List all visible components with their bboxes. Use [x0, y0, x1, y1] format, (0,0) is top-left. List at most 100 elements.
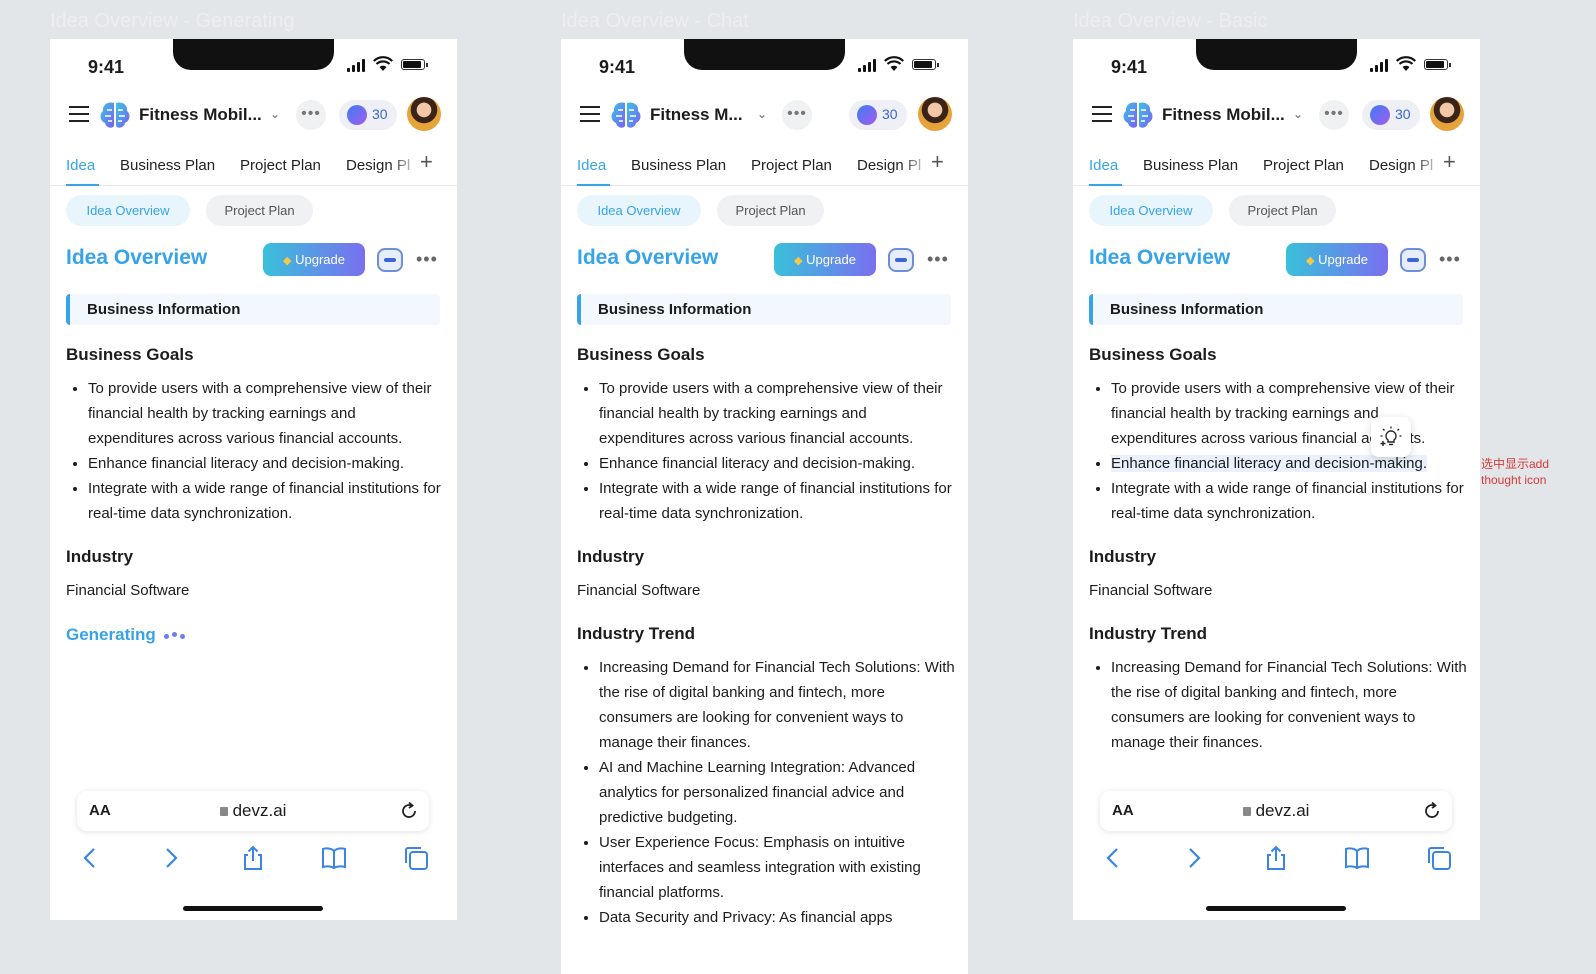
upgrade-button[interactable]: ◆ Upgrade — [1286, 243, 1388, 276]
menu-icon[interactable] — [580, 106, 600, 122]
goals-list: To provide users with a comprehensive vi… — [66, 376, 444, 526]
address-bar[interactable]: AA devz.ai — [77, 791, 429, 831]
menu-icon[interactable] — [1092, 106, 1112, 122]
credits-badge[interactable]: 30 — [1362, 100, 1420, 130]
cellular-signal-icon — [1370, 59, 1390, 72]
upgrade-button[interactable]: ◆ Upgrade — [774, 243, 876, 276]
loading-dots-icon — [163, 624, 188, 648]
address-bar[interactable]: AA devz.ai — [1100, 791, 1452, 831]
more-icon[interactable]: ••• — [1319, 100, 1349, 130]
url-display[interactable]: devz.ai — [77, 801, 429, 821]
app-bar: Fitness Mobil... ⌄ ••• 30 — [1073, 89, 1480, 141]
tab-idea[interactable]: Idea — [1089, 157, 1118, 174]
more-icon[interactable]: ••• — [296, 100, 326, 130]
list-item-selected[interactable]: Enhance financial literacy and decision-… — [1111, 451, 1467, 476]
goals-heading: Business Goals — [66, 345, 194, 364]
list-item: Data Security and Privacy: As financial … — [599, 905, 955, 930]
bot-icon[interactable] — [1400, 248, 1426, 272]
tabs-icon[interactable] — [1426, 845, 1452, 871]
list-item: To provide users with a comprehensive vi… — [599, 376, 955, 451]
menu-icon[interactable] — [69, 106, 89, 122]
status-time: 9:41 — [1111, 57, 1148, 77]
share-icon[interactable] — [1263, 845, 1289, 871]
url-display[interactable]: devz.ai — [1100, 801, 1452, 821]
upgrade-button[interactable]: ◆ Upgrade — [263, 243, 365, 276]
chip-idea-overview[interactable]: Idea Overview — [577, 195, 701, 226]
wifi-icon — [373, 56, 393, 71]
tab-idea[interactable]: Idea — [66, 157, 95, 174]
goals-heading: Business Goals — [1089, 345, 1217, 364]
url-text: devz.ai — [1255, 801, 1310, 820]
page-more-icon[interactable]: ••• — [1439, 249, 1461, 270]
tab-business-plan[interactable]: Business Plan — [1143, 157, 1238, 174]
tab-business-plan[interactable]: Business Plan — [631, 157, 726, 174]
industry-heading: Industry — [66, 547, 134, 566]
back-icon[interactable] — [77, 845, 103, 871]
list-item: Enhance financial literacy and decision-… — [88, 451, 444, 476]
page-title: Idea Overview — [1089, 246, 1231, 269]
bot-icon[interactable] — [377, 248, 403, 272]
app-bar: Fitness Mobil... ⌄ ••• 30 — [50, 89, 457, 141]
tab-idea[interactable]: Idea — [577, 157, 606, 174]
industry-value: Financial Software — [577, 582, 701, 599]
selected-text[interactable]: Enhance financial literacy and decision-… — [1111, 455, 1428, 472]
document-content: Business Goals To provide users with a c… — [66, 344, 444, 648]
tab-project-plan[interactable]: Project Plan — [751, 157, 832, 174]
coin-icon — [1370, 105, 1390, 125]
chevron-down-icon[interactable]: ⌄ — [757, 107, 767, 121]
forward-icon[interactable] — [158, 845, 184, 871]
status-bar: 9:41 — [1073, 39, 1480, 89]
back-icon[interactable] — [1100, 845, 1126, 871]
project-name[interactable]: Fitness M... — [650, 105, 750, 125]
tabs-icon[interactable] — [403, 845, 429, 871]
chip-idea-overview[interactable]: Idea Overview — [66, 195, 190, 226]
battery-icon — [912, 59, 939, 70]
bookmarks-icon[interactable] — [1344, 845, 1370, 871]
coin-icon — [857, 105, 877, 125]
tab-project-plan[interactable]: Project Plan — [240, 157, 321, 174]
frame-title-chat: Idea Overview - Chat — [561, 10, 749, 32]
credits-badge[interactable]: 30 — [849, 100, 907, 130]
tab-fade — [901, 151, 931, 179]
project-name[interactable]: Fitness Mobil... — [1162, 105, 1286, 125]
credits-badge[interactable]: 30 — [339, 100, 397, 130]
more-icon[interactable]: ••• — [782, 100, 812, 130]
plus-icon[interactable]: + — [420, 151, 433, 173]
project-name[interactable]: Fitness Mobil... — [139, 105, 263, 125]
reload-icon[interactable] — [1422, 801, 1442, 821]
chip-project-plan[interactable]: Project Plan — [206, 195, 313, 226]
reload-icon[interactable] — [399, 801, 419, 821]
battery-icon — [1424, 59, 1451, 70]
page-more-icon[interactable]: ••• — [927, 249, 949, 270]
bookmarks-icon[interactable] — [321, 845, 347, 871]
forward-icon[interactable] — [1181, 845, 1207, 871]
bot-icon[interactable] — [888, 248, 914, 272]
avatar[interactable] — [407, 97, 441, 131]
chip-project-plan[interactable]: Project Plan — [1229, 195, 1336, 226]
gem-icon: ◆ — [283, 255, 292, 267]
plus-icon[interactable]: + — [931, 151, 944, 173]
cellular-signal-icon — [858, 59, 878, 72]
chevron-down-icon[interactable]: ⌄ — [1293, 107, 1303, 121]
active-tab-indicator — [577, 184, 610, 186]
tab-business-plan[interactable]: Business Plan — [120, 157, 215, 174]
add-thought-button[interactable] — [1371, 417, 1411, 457]
avatar[interactable] — [918, 97, 952, 131]
avatar[interactable] — [1430, 97, 1464, 131]
upgrade-label: Upgrade — [806, 252, 856, 267]
gem-icon: ◆ — [794, 255, 803, 267]
goals-heading: Business Goals — [577, 345, 705, 364]
plus-icon[interactable]: + — [1443, 151, 1456, 173]
page-more-icon[interactable]: ••• — [416, 249, 438, 270]
chevron-down-icon[interactable]: ⌄ — [270, 107, 280, 121]
tab-project-plan[interactable]: Project Plan — [1263, 157, 1344, 174]
share-icon[interactable] — [240, 845, 266, 871]
chip-idea-overview[interactable]: Idea Overview — [1089, 195, 1213, 226]
page-title: Idea Overview — [66, 246, 208, 269]
list-item: To provide users with a comprehensive vi… — [88, 376, 444, 451]
gem-icon: ◆ — [1306, 255, 1315, 267]
chip-project-plan[interactable]: Project Plan — [717, 195, 824, 226]
status-bar: 9:41 — [50, 39, 457, 89]
section-label: Business Information — [87, 301, 241, 318]
status-bar: 9:41 — [561, 39, 968, 89]
